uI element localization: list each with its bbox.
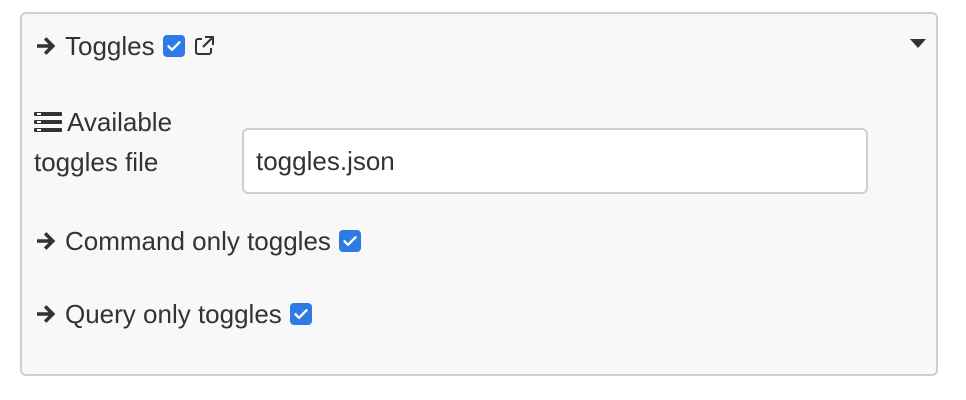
command-only-row: Command only toggles [34,226,361,256]
toggles-panel: Toggles Available toggles file toggles.j… [20,12,938,376]
arrow-right-icon [34,229,58,253]
caret-down-icon[interactable] [910,39,926,48]
external-link-icon[interactable] [193,35,215,57]
panel-header: Toggles [34,31,215,61]
toggles-file-input[interactable] [242,128,868,194]
arrow-right-icon [34,34,58,58]
query-only-row: Query only toggles [34,299,312,329]
command-only-checkbox[interactable] [338,230,361,252]
command-only-label: Command only toggles [65,226,331,256]
query-only-checkbox[interactable] [289,303,312,325]
list-icon [34,104,62,132]
panel-enabled-checkbox[interactable] [162,35,185,57]
toggles-file-label: Available toggles file [34,102,224,182]
arrow-right-icon [34,302,58,326]
panel-title: Toggles [65,31,155,61]
query-only-label: Query only toggles [65,299,282,329]
